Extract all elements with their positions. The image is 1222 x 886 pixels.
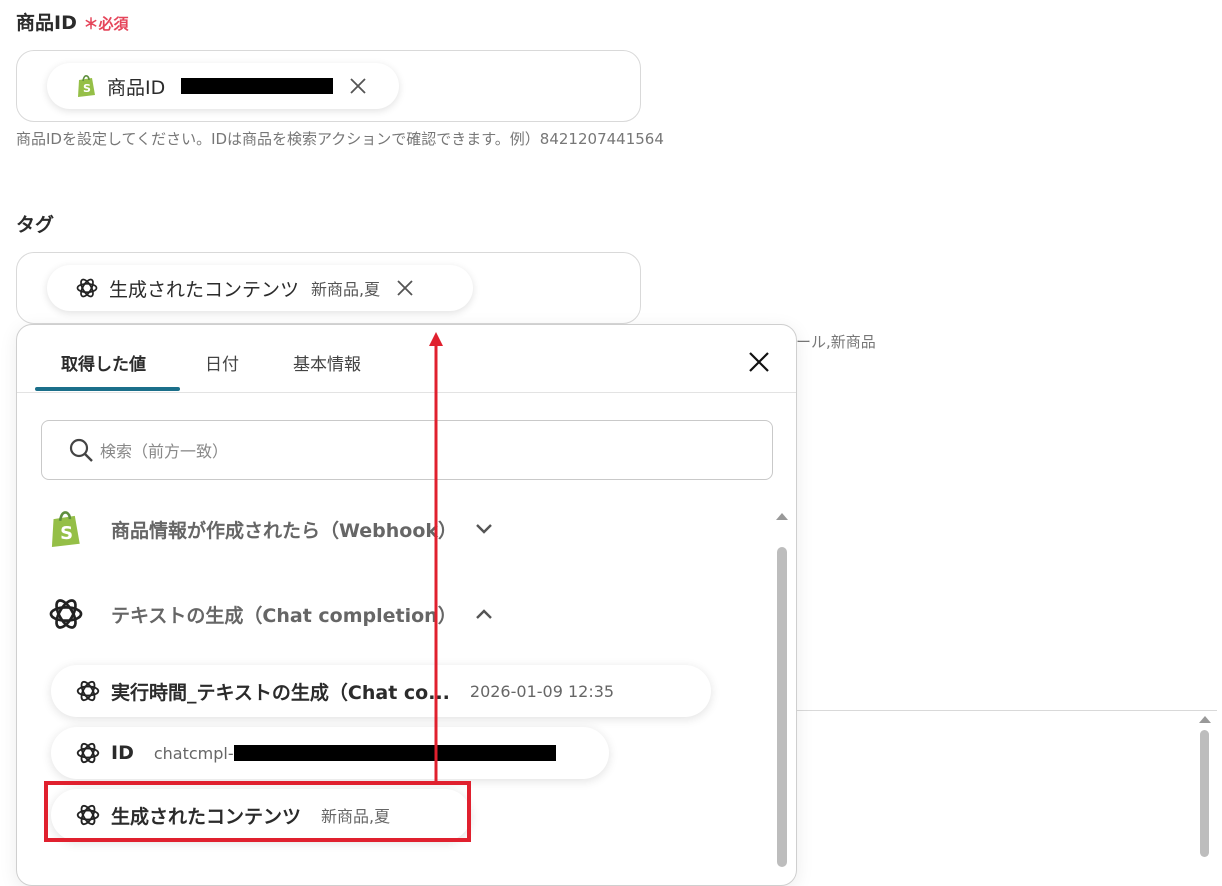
product-id-label: 商品ID ＊必須 xyxy=(16,8,128,35)
item-name: ID xyxy=(111,742,134,764)
tab-divider xyxy=(17,392,796,393)
shopify-icon: S xyxy=(47,509,83,549)
openai-icon xyxy=(47,595,85,633)
close-icon[interactable] xyxy=(748,351,770,377)
product-id-field[interactable]: S 商品ID xyxy=(16,50,641,122)
svg-text:S: S xyxy=(83,82,91,95)
active-tab-indicator xyxy=(35,387,180,391)
product-id-label-text: 商品ID xyxy=(16,12,77,34)
tab-basic-info[interactable]: 基本情報 xyxy=(293,350,361,375)
tab-acquired-values[interactable]: 取得した値 xyxy=(61,350,146,375)
search-icon xyxy=(68,437,94,463)
product-id-help: 商品IDを設定してください。IDは商品を検索アクションで確認できます。例）842… xyxy=(16,130,664,148)
list-item[interactable]: 実行時間_テキストの生成（Chat co... 2026-01-09 12:35 xyxy=(51,665,711,717)
search-placeholder: 検索（前方一致） xyxy=(100,442,229,461)
tag-chip[interactable]: 生成されたコンテンツ 新商品,夏 xyxy=(47,265,473,311)
redacted-value xyxy=(233,745,556,761)
search-input[interactable]: 検索（前方一致） xyxy=(41,420,773,480)
scrollbar-thumb[interactable] xyxy=(777,547,787,867)
tag-label: タグ xyxy=(16,214,55,236)
list-item[interactable]: ID chatcmpl- xyxy=(51,727,609,779)
required-badge: ＊必須 xyxy=(83,15,129,33)
chevron-up-icon[interactable] xyxy=(475,608,493,620)
highlight-box xyxy=(44,781,471,842)
svg-text:S: S xyxy=(60,523,73,544)
product-id-chip-label: 商品ID xyxy=(107,76,166,99)
openai-icon xyxy=(75,740,101,766)
item-value: chatcmpl- xyxy=(153,743,234,763)
scroll-up-arrow-icon[interactable] xyxy=(1199,716,1211,723)
product-id-chip[interactable]: S 商品ID xyxy=(47,63,399,109)
tag-field[interactable]: 生成されたコンテンツ 新商品,夏 xyxy=(16,252,641,324)
shopify-icon: S xyxy=(75,74,97,98)
annotation-arrow xyxy=(429,332,443,781)
group-label: 商品情報が作成されたら（Webhook） xyxy=(111,519,458,542)
scroll-up-arrow-icon[interactable] xyxy=(776,513,788,520)
chevron-down-icon[interactable] xyxy=(475,523,493,535)
tab-date[interactable]: 日付 xyxy=(205,350,239,375)
tag-chip-label: 生成されたコンテンツ xyxy=(109,278,300,301)
close-icon[interactable] xyxy=(396,279,414,297)
close-icon[interactable] xyxy=(349,77,367,95)
underlying-textarea[interactable] xyxy=(796,710,1217,858)
group-label: テキストの生成（Chat completion） xyxy=(111,604,457,627)
redacted-value xyxy=(181,78,334,94)
tag-chip-value: 新商品,夏 xyxy=(311,280,381,299)
item-name: 実行時間_テキストの生成（Chat co... xyxy=(111,681,450,704)
openai-icon xyxy=(75,678,101,704)
scrollbar-thumb[interactable] xyxy=(1200,730,1209,857)
openai-icon xyxy=(75,276,99,300)
item-value: 2026-01-09 12:35 xyxy=(469,681,615,701)
tag-help-partial: ール,新商品 xyxy=(796,333,876,351)
